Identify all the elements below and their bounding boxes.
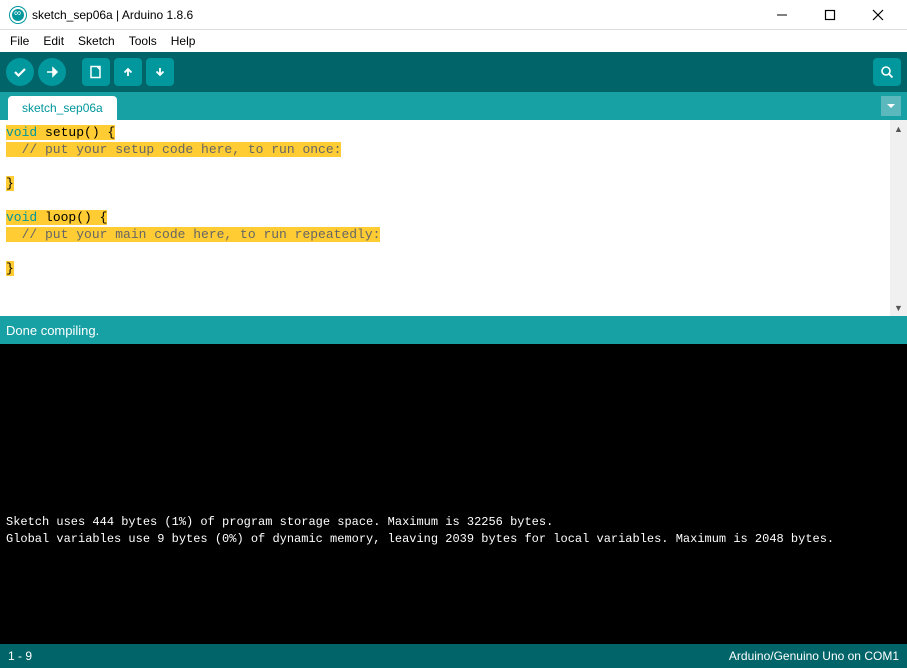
- window-title: sketch_sep06a | Arduino 1.8.6: [32, 8, 767, 22]
- tab-menu-button[interactable]: [881, 96, 901, 116]
- menu-tools[interactable]: Tools: [123, 32, 163, 50]
- code-keyword: void: [6, 210, 37, 225]
- verify-button[interactable]: [6, 58, 34, 86]
- tab-sketch[interactable]: sketch_sep06a: [8, 96, 117, 120]
- console-line: Sketch uses 444 bytes (1%) of program st…: [6, 514, 901, 531]
- console-output[interactable]: Sketch uses 444 bytes (1%) of program st…: [0, 344, 907, 644]
- upload-button[interactable]: [38, 58, 66, 86]
- console-line: Global variables use 9 bytes (0%) of dyn…: [6, 531, 901, 548]
- code-brace: }: [6, 176, 14, 191]
- menu-sketch[interactable]: Sketch: [72, 32, 121, 50]
- code-text: loop() {: [37, 210, 107, 225]
- serial-monitor-button[interactable]: [873, 58, 901, 86]
- titlebar: sketch_sep06a | Arduino 1.8.6: [0, 0, 907, 30]
- save-button[interactable]: [146, 58, 174, 86]
- menubar: File Edit Sketch Tools Help: [0, 30, 907, 52]
- tabbar: sketch_sep06a: [0, 92, 907, 120]
- window-controls: [767, 3, 903, 27]
- console-spacer: [6, 548, 901, 638]
- menu-edit[interactable]: Edit: [37, 32, 70, 50]
- toolbar: [0, 52, 907, 92]
- scrollbar-track[interactable]: [890, 137, 907, 299]
- editor-panel: void setup() { // put your setup code he…: [0, 120, 907, 316]
- code-keyword: void: [6, 125, 37, 140]
- cursor-position: 1 - 9: [8, 649, 32, 663]
- code-comment: // put your setup code here, to run once…: [6, 142, 341, 157]
- code-editor[interactable]: void setup() { // put your setup code he…: [0, 120, 890, 316]
- scrollbar-down-icon[interactable]: ▼: [890, 299, 907, 316]
- menu-file[interactable]: File: [4, 32, 35, 50]
- open-button[interactable]: [114, 58, 142, 86]
- minimize-button[interactable]: [767, 3, 797, 27]
- footer: 1 - 9 Arduino/Genuino Uno on COM1: [0, 644, 907, 668]
- menu-help[interactable]: Help: [165, 32, 202, 50]
- editor-scrollbar[interactable]: ▲ ▼: [890, 120, 907, 316]
- arduino-app-icon: [10, 7, 26, 23]
- code-brace: }: [6, 261, 14, 276]
- new-button[interactable]: [82, 58, 110, 86]
- statusbar: Done compiling.: [0, 316, 907, 344]
- board-info: Arduino/Genuino Uno on COM1: [729, 649, 899, 663]
- scrollbar-up-icon[interactable]: ▲: [890, 120, 907, 137]
- code-comment: // put your main code here, to run repea…: [6, 227, 380, 242]
- close-button[interactable]: [863, 3, 893, 27]
- status-message: Done compiling.: [6, 323, 99, 338]
- code-text: setup() {: [37, 125, 115, 140]
- maximize-button[interactable]: [815, 3, 845, 27]
